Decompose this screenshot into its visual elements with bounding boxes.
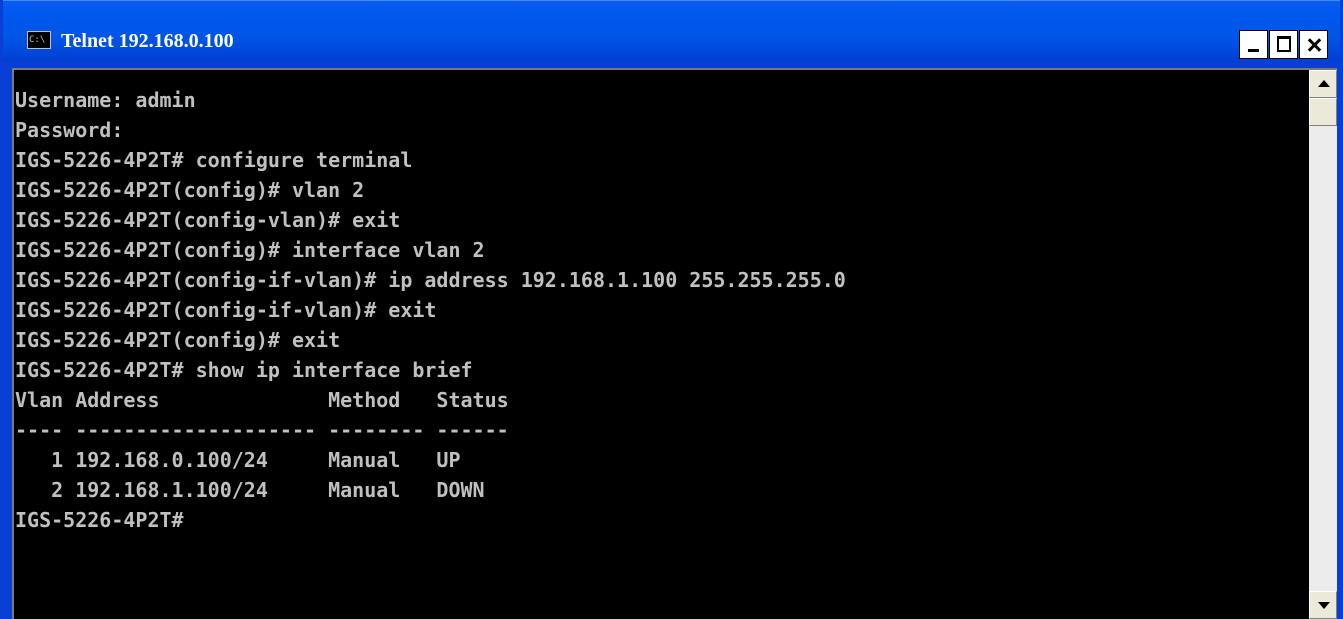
close-button[interactable] [1299, 30, 1328, 59]
terminal-line: IGS-5226-4P2T(config-if-vlan)# exit [15, 298, 437, 322]
console-icon[interactable]: C:\ [27, 31, 51, 49]
scroll-up-button[interactable] [1309, 70, 1337, 98]
terminal-line: IGS-5226-4P2T(config)# interface vlan 2 [15, 238, 485, 262]
terminal-line: IGS-5226-4P2T(config)# exit [15, 328, 341, 352]
terminal-line: Username: admin [15, 88, 196, 112]
telnet-window: C:\ Telnet 192.168.0.100 Username: admin… [0, 0, 1343, 619]
scroll-thumb[interactable] [1309, 98, 1337, 126]
terminal-line: IGS-5226-4P2T(config-vlan)# exit [15, 208, 401, 232]
terminal-area[interactable]: Username: admin Password: IGS-5226-4P2T#… [12, 68, 1337, 619]
terminal-line: Vlan Address Method Status [15, 388, 509, 412]
vertical-scrollbar[interactable] [1309, 70, 1337, 619]
terminal-line: IGS-5226-4P2T# configure terminal [15, 148, 413, 172]
terminal-line: ---- -------------------- -------- -----… [15, 418, 509, 442]
minimize-button[interactable] [1239, 30, 1268, 59]
window-title: Telnet 192.168.0.100 [61, 30, 234, 52]
scroll-up-arrow-icon [1318, 80, 1330, 87]
terminal-prompt: IGS-5226-4P2T# [15, 508, 184, 532]
scroll-down-arrow-icon [1318, 602, 1330, 609]
terminal-line: 2 192.168.1.100/24 Manual DOWN [15, 478, 485, 502]
terminal-line: Password: [15, 118, 124, 142]
terminal-line: IGS-5226-4P2T# show ip interface brief [15, 358, 473, 382]
maximize-button[interactable] [1269, 30, 1298, 59]
terminal-line: IGS-5226-4P2T(config-if-vlan)# ip addres… [15, 268, 846, 292]
terminal-output[interactable]: Username: admin Password: IGS-5226-4P2T#… [14, 85, 1310, 619]
title-bar[interactable]: C:\ Telnet 192.168.0.100 [3, 0, 1340, 62]
scroll-down-button[interactable] [1309, 591, 1337, 619]
terminal-line: IGS-5226-4P2T(config)# vlan 2 [15, 178, 365, 202]
terminal-line: 1 192.168.0.100/24 Manual UP [15, 448, 461, 472]
